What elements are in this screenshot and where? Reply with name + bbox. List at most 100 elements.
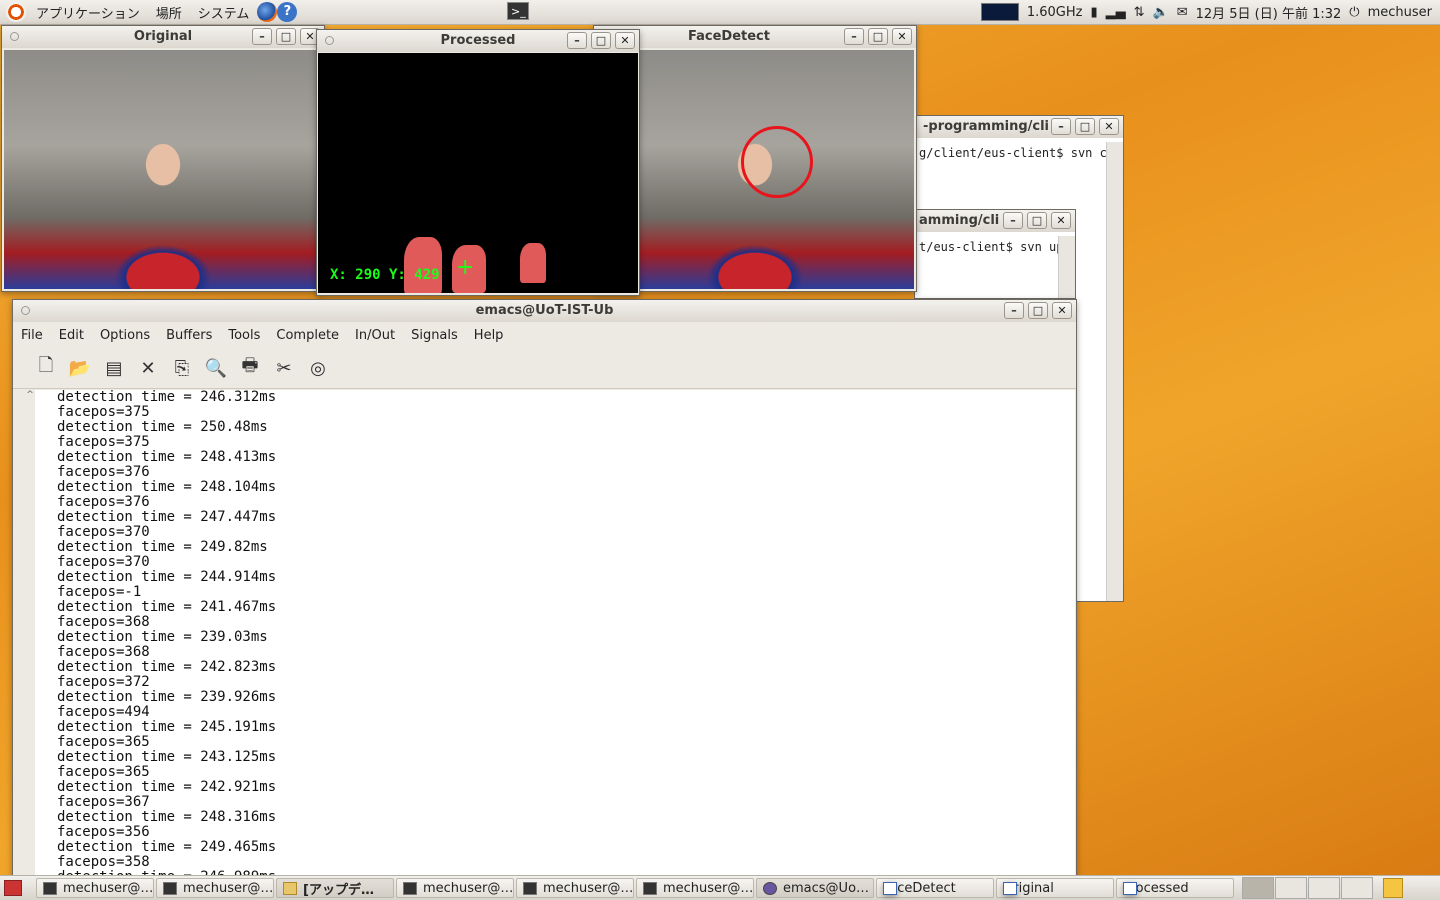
battery-icon[interactable]: ▮	[1090, 5, 1097, 20]
minimize-button[interactable]: –	[844, 28, 864, 45]
workspace-1[interactable]	[1242, 877, 1274, 899]
clock[interactable]: 12月 5日 (日) 午前 1:32	[1196, 3, 1342, 22]
camera-feed-original	[4, 50, 322, 289]
minimize-button[interactable]: –	[1051, 118, 1071, 135]
maximize-button[interactable]: □	[1075, 118, 1095, 135]
signal-icon[interactable]: ▂▄	[1106, 5, 1126, 20]
emacs-buffer[interactable]: detection time = 246.312ms facepos=375 det…	[35, 390, 1075, 880]
maximize-button[interactable]: □	[1027, 212, 1047, 229]
close-button[interactable]: ✕	[1051, 212, 1071, 229]
terminal-2-scrollbar[interactable]	[1058, 236, 1075, 298]
processed-titlebar[interactable]: Processed – □ ✕	[317, 30, 639, 52]
taskbar-item[interactable]: mechuser@…	[396, 878, 514, 898]
workspace-3[interactable]	[1308, 877, 1340, 899]
emacs-titlebar[interactable]: emacs@UoT-IST-Ub – □ ✕	[13, 300, 1076, 322]
copy-icon[interactable]: ⎘	[169, 355, 195, 381]
volume-icon[interactable]: 🔈	[1153, 5, 1169, 20]
window-title: amming/cli	[919, 213, 1000, 228]
help-lifebuoy-icon[interactable]: ◎	[305, 355, 331, 381]
processed-window[interactable]: Processed – □ ✕ + X: 290 Y: 429	[316, 29, 640, 296]
menu-options[interactable]: Options	[92, 328, 158, 343]
new-file-icon[interactable]: 🗋	[33, 355, 59, 381]
taskbar-item[interactable]: emacs@Uo…	[756, 878, 874, 898]
terminal-2-content[interactable]: t/eus-client$ svn up	[915, 236, 1059, 298]
buffer-line: facepos=-1	[57, 584, 142, 600]
taskbar-item[interactable]: [アップデ…	[276, 878, 394, 898]
minimize-button[interactable]: –	[1003, 212, 1023, 229]
close-button[interactable]: ✕	[892, 28, 912, 45]
window-menu-icon[interactable]	[325, 36, 334, 45]
menu-edit[interactable]: Edit	[51, 328, 92, 343]
print-icon[interactable]: 🖶	[237, 355, 263, 381]
trash-icon[interactable]	[1383, 878, 1403, 898]
menu-complete[interactable]: Complete	[268, 328, 347, 343]
power-icon[interactable]: ⏻	[1349, 5, 1359, 20]
maximize-button[interactable]: □	[276, 28, 296, 45]
cut-icon[interactable]: ✂	[271, 355, 297, 381]
window-icon	[1003, 881, 1017, 895]
network-icon[interactable]: ⇅	[1134, 5, 1145, 20]
open-folder-icon[interactable]: 📂	[67, 355, 93, 381]
system-monitor-icon[interactable]	[980, 3, 1019, 21]
taskbar-item[interactable]: mechuser@…	[36, 878, 154, 898]
window-menu-icon[interactable]	[21, 306, 30, 315]
terminal-icon	[43, 881, 57, 895]
cpu-frequency[interactable]: 1.60GHz	[1027, 5, 1083, 20]
emacs-window[interactable]: emacs@UoT-IST-Ub – □ ✕ File Edit Options B…	[12, 299, 1077, 881]
task-label: mechuser@…	[183, 880, 274, 896]
original-titlebar[interactable]: Original – □ ✕	[2, 26, 324, 48]
menu-system[interactable]: システム	[190, 3, 258, 22]
facedetect-window[interactable]: FaceDetect – □ ✕	[593, 25, 917, 292]
search-icon[interactable]: 🔍	[203, 355, 229, 381]
menu-applications[interactable]: アプリケーション	[28, 3, 148, 22]
terminal-launcher-icon[interactable]: >_	[507, 2, 529, 20]
window-menu-icon[interactable]	[10, 32, 19, 41]
mail-icon[interactable]: ✉	[1177, 5, 1188, 20]
close-button[interactable]: ✕	[1099, 118, 1119, 135]
taskbar-item[interactable]: mechuser@…	[156, 878, 274, 898]
terminal-2-titlebar[interactable]: amming/cli – □ ✕	[915, 210, 1075, 232]
firefox-icon[interactable]	[257, 2, 278, 22]
menu-buffers[interactable]: Buffers	[158, 328, 220, 343]
taskbar-item[interactable]: Original	[996, 878, 1114, 898]
taskbar-item[interactable]: Processed	[1116, 878, 1234, 898]
minimize-button[interactable]: –	[567, 32, 587, 49]
buffer-line: detection time = 239.926ms	[57, 689, 277, 705]
taskbar-item[interactable]: mechuser@…	[636, 878, 754, 898]
maximize-button[interactable]: □	[591, 32, 611, 49]
taskbar-item[interactable]: mechuser@…	[516, 878, 634, 898]
buffer-line: facepos=372	[57, 674, 150, 690]
workspace-switcher[interactable]	[1242, 877, 1373, 899]
menu-tools[interactable]: Tools	[220, 328, 268, 343]
workspace-2[interactable]	[1275, 877, 1307, 899]
window-icon	[883, 881, 897, 895]
minimize-button[interactable]: –	[252, 28, 272, 45]
menu-signals[interactable]: Signals	[403, 328, 466, 343]
terminal-1-titlebar[interactable]: -programming/cli – □ ✕	[915, 116, 1123, 138]
close-buffer-icon[interactable]: ✕	[135, 355, 161, 381]
menu-inout[interactable]: In/Out	[347, 328, 403, 343]
menu-help[interactable]: Help	[466, 328, 512, 343]
buffer-line: detection time = 239.03ms	[57, 629, 268, 645]
cursor-coordinates: X: 290 Y: 429	[330, 267, 440, 283]
taskbar-item[interactable]: FaceDetect	[876, 878, 994, 898]
show-desktop-icon[interactable]	[4, 880, 22, 896]
terminal-window-2[interactable]: amming/cli – □ ✕ t/eus-client$ svn up	[914, 209, 1076, 299]
maximize-button[interactable]: □	[1028, 302, 1048, 319]
terminal-1-scrollbar[interactable]	[1106, 142, 1123, 601]
crosshair-icon: +	[456, 255, 475, 280]
user-menu[interactable]: mechuser	[1368, 5, 1432, 20]
help-icon[interactable]: ?	[277, 2, 298, 22]
menu-file[interactable]: File	[13, 328, 51, 343]
save-icon[interactable]: ▤	[101, 355, 127, 381]
close-button[interactable]: ✕	[1052, 302, 1072, 319]
workspace-4[interactable]	[1341, 877, 1373, 899]
close-button[interactable]: ✕	[615, 32, 635, 49]
ubuntu-logo-icon[interactable]	[6, 2, 26, 22]
facedetect-titlebar[interactable]: FaceDetect – □ ✕	[594, 26, 916, 48]
menu-places[interactable]: 場所	[148, 3, 190, 22]
terminal-icon	[523, 881, 537, 895]
minimize-button[interactable]: –	[1004, 302, 1024, 319]
maximize-button[interactable]: □	[868, 28, 888, 45]
original-window[interactable]: Original – □ ✕	[1, 25, 325, 292]
